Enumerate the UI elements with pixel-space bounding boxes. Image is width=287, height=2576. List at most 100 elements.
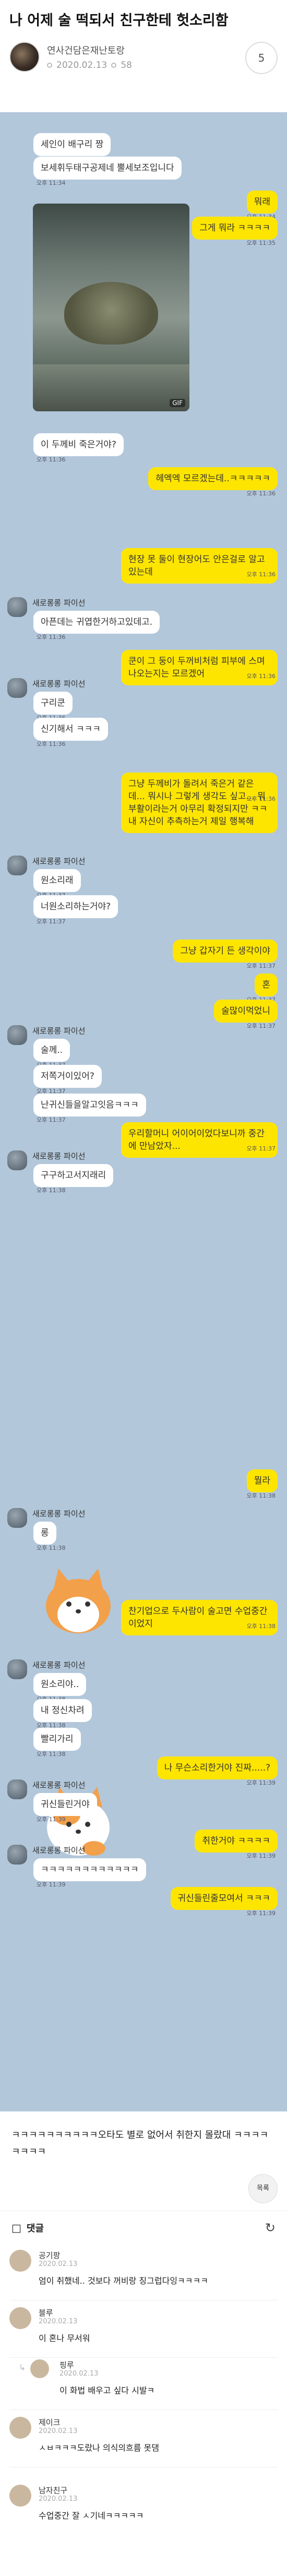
frog-photo: GIF xyxy=(33,204,189,411)
commenter-name[interactable]: 공기팡 xyxy=(39,2250,60,2261)
commenter-name[interactable]: 남자친구 xyxy=(39,2485,67,2496)
frog-image xyxy=(64,282,158,345)
chat-bubble: 이 두께비 죽은거야? xyxy=(33,433,124,456)
chat-timestamp: 오후 11:36 xyxy=(37,741,66,747)
chat-bubble: 난귀신들을알고잇음ㅋㅋㅋ xyxy=(33,1094,146,1117)
chat-bubble: 취한거야 ㅋㅋㅋㅋ xyxy=(195,1830,278,1853)
chat-bubble: 뭐래 xyxy=(246,191,278,213)
chat-timestamp: 오후 11:38 xyxy=(37,1545,66,1551)
post-date: 2020.02.13 xyxy=(56,60,107,70)
comment-text: 이 혼나 무서워 xyxy=(39,2333,90,2343)
friend-avatar xyxy=(7,1025,27,1045)
chat-timestamp: 오후 11:36 xyxy=(246,490,276,497)
chat-timestamp: 오후 11:37 xyxy=(246,1145,276,1152)
chat-bubble: 나 무슨소리한거야 진짜.....? xyxy=(157,1756,278,1779)
chat-timestamp: 오후 11:39 xyxy=(246,1853,276,1859)
chat-bubble: 원소리야.. xyxy=(33,1673,87,1696)
chat-bubble: 뭘라 xyxy=(246,1469,278,1492)
chat-bubble: 너원소리하는거야? xyxy=(33,895,118,918)
chat-bubble: 신기해서 ㅋㅋㅋ xyxy=(33,718,108,741)
commenter-avatar[interactable] xyxy=(9,2250,31,2272)
chat-timestamp: 오후 11:37 xyxy=(246,1023,276,1029)
reply-arrow-icon: ↳ xyxy=(19,2363,26,2372)
chat-timestamp: 오후 11:39 xyxy=(37,1881,66,1888)
chat-timestamp: 오후 11:36 xyxy=(246,796,276,802)
chat-bubble: 그게 뭐라 ㅋㅋㅋㅋ xyxy=(192,217,278,240)
chat-bubble: 세인이 배구리 짱 xyxy=(33,133,111,156)
refresh-icon[interactable]: ↻ xyxy=(265,2221,276,2235)
chat-timestamp: 오후 11:38 xyxy=(37,1751,66,1758)
friend-name: 새로롱롱 파이선 xyxy=(32,1026,86,1036)
friend-name: 새로롱롱 파이선 xyxy=(32,1780,86,1790)
author-row: 연사건담은재난토랑 2020.02.13 58 xyxy=(9,42,278,72)
chat-timestamp: 오후 11:34 xyxy=(37,180,66,186)
chat-bubble: 헤엑엑 모르겠는데..ㅋㅋㅋㅋㅋ xyxy=(148,467,278,490)
rock-image xyxy=(33,364,189,411)
chat-bubble: 저쪽거이있어? xyxy=(33,1065,102,1088)
friend-avatar xyxy=(7,1779,27,1799)
friend-avatar xyxy=(7,856,27,875)
friend-avatar xyxy=(7,1508,27,1528)
chat-timestamp: 오후 11:38 xyxy=(246,1492,276,1499)
chat-timestamp: 오후 11:39 xyxy=(37,1816,66,1823)
chat-bubble: 술께.. xyxy=(33,1039,70,1062)
comment-text: 수업중간 잘 ㅅ기네ㅋㅋㅋㅋㅋ xyxy=(39,2511,144,2521)
comment-text: 이 화법 배우고 싶다 시발ㅋ xyxy=(59,2385,155,2395)
chat-timestamp: 오후 11:37 xyxy=(37,1117,66,1123)
comment-item: 블루 2020.02.13 이 혼나 무서워 xyxy=(9,2307,278,2354)
chat-timestamp: 오후 11:36 xyxy=(246,673,276,680)
chat-timestamp: 오후 11:36 xyxy=(246,571,276,578)
chat-bubble: ㅋㅋㅋㅋㅋㅋㅋㅋㅋㅋㅋㅋ xyxy=(33,1858,146,1881)
commenter-name[interactable]: 블루 xyxy=(39,2307,53,2318)
friend-name: 새로롱롱 파이선 xyxy=(32,1152,86,1161)
chat-timestamp: 오후 11:36 xyxy=(37,634,66,640)
comment-item: 남자친구 2020.02.13 수업중간 잘 ㅅ기네ㅋㅋㅋㅋㅋ xyxy=(9,2485,278,2532)
friend-name: 새로롱롱 파이선 xyxy=(32,1846,86,1855)
chat-bubble: 구구하고서지래리 xyxy=(33,1164,114,1187)
commenter-name[interactable]: 제이크 xyxy=(39,2417,60,2428)
chat-timestamp: 오후 11:35 xyxy=(246,240,276,246)
chat-bubble: 혼 xyxy=(255,974,278,996)
friend-avatar xyxy=(7,678,27,698)
chat-bubble: 그냥 갑자기 든 생각이야 xyxy=(173,940,278,963)
comment-divider xyxy=(9,2409,278,2410)
comments-header: □ 댓글 ↻ xyxy=(0,2211,287,2244)
comment-date: 2020.02.13 xyxy=(39,2318,78,2325)
comment-icon: □ xyxy=(11,2221,21,2234)
chat-bubble: 그냥 두께비가 돌려서 죽은거 같은데... 뭐시나 그렇게 생각도 싶고...… xyxy=(121,773,278,833)
comment-item: 제이크 2020.02.13 ㅅㅂㅋㅋㅋ도랐나 의식의흐름 못댐 xyxy=(9,2417,278,2464)
friend-avatar xyxy=(7,1845,27,1865)
comment-date: 2020.02.13 xyxy=(39,2427,78,2435)
comments-label: 댓글 xyxy=(26,2223,44,2234)
chat-bubble: 내 정신차려 xyxy=(33,1699,92,1722)
chat-screenshot: GIF 세인이 배구리 짱오후 11:34보세휘두태구공제네 뿔세보조입니다오후… xyxy=(0,112,287,2111)
list-button[interactable]: 목록 xyxy=(248,2174,278,2203)
chat-bubble: 롱 xyxy=(33,1522,56,1545)
chat-timestamp: 오후 11:38 xyxy=(37,1187,66,1194)
author-name[interactable]: 연사건담은재난토랑 xyxy=(47,43,132,57)
friend-avatar xyxy=(7,1659,27,1679)
commenter-avatar[interactable] xyxy=(9,2417,31,2439)
page-title: 나 어제 술 떡되서 친구한테 헛소리함 xyxy=(9,13,229,29)
chat-timestamp: 오후 11:39 xyxy=(246,1910,276,1917)
comment-item: 공기팡 2020.02.13 엄이 취했네.. 것보다 꺼비랑 징그럽다잉ㅋㅋㅋㅋ xyxy=(9,2250,278,2297)
comment-date: 2020.02.13 xyxy=(39,2495,78,2503)
comment-count-button[interactable]: 5 xyxy=(245,42,278,74)
avatar[interactable] xyxy=(9,42,40,72)
commenter-avatar[interactable] xyxy=(30,2359,49,2378)
commenter-avatar[interactable] xyxy=(9,2307,31,2329)
friend-avatar xyxy=(7,1150,27,1170)
chat-bubble: 술많이먹었니 xyxy=(214,1000,278,1023)
view-count: 58 xyxy=(121,60,132,70)
commenter-avatar[interactable] xyxy=(9,2485,31,2507)
commenter-name[interactable]: 핑루 xyxy=(59,2359,74,2370)
comment-text: 엄이 취했네.. 것보다 꺼비랑 징그럽다잉ㅋㅋㅋㅋ xyxy=(39,2276,208,2286)
post-header: 나 어제 술 떡되서 친구한테 헛소리함 연사건담은재난토랑 2020.02.1… xyxy=(0,0,287,112)
chat-timestamp: 오후 11:36 xyxy=(37,456,66,463)
friend-name: 새로롱롱 파이선 xyxy=(32,1509,86,1518)
friend-name: 새로롱롱 파이선 xyxy=(32,1660,86,1670)
comment-divider xyxy=(9,2357,278,2358)
post-body: ㅋㅋㅋㅋㅋㅋㅋㅋㅋㅋ오타도 별로 없어서 취한지 몰랐대 ㅋㅋㅋㅋㅋㅋㅋㅋ xyxy=(11,2130,269,2157)
chat-bubble: 아픈데는 귀엽한거하고있데고. xyxy=(33,611,160,634)
chat-timestamp: 오후 11:39 xyxy=(246,1779,276,1786)
